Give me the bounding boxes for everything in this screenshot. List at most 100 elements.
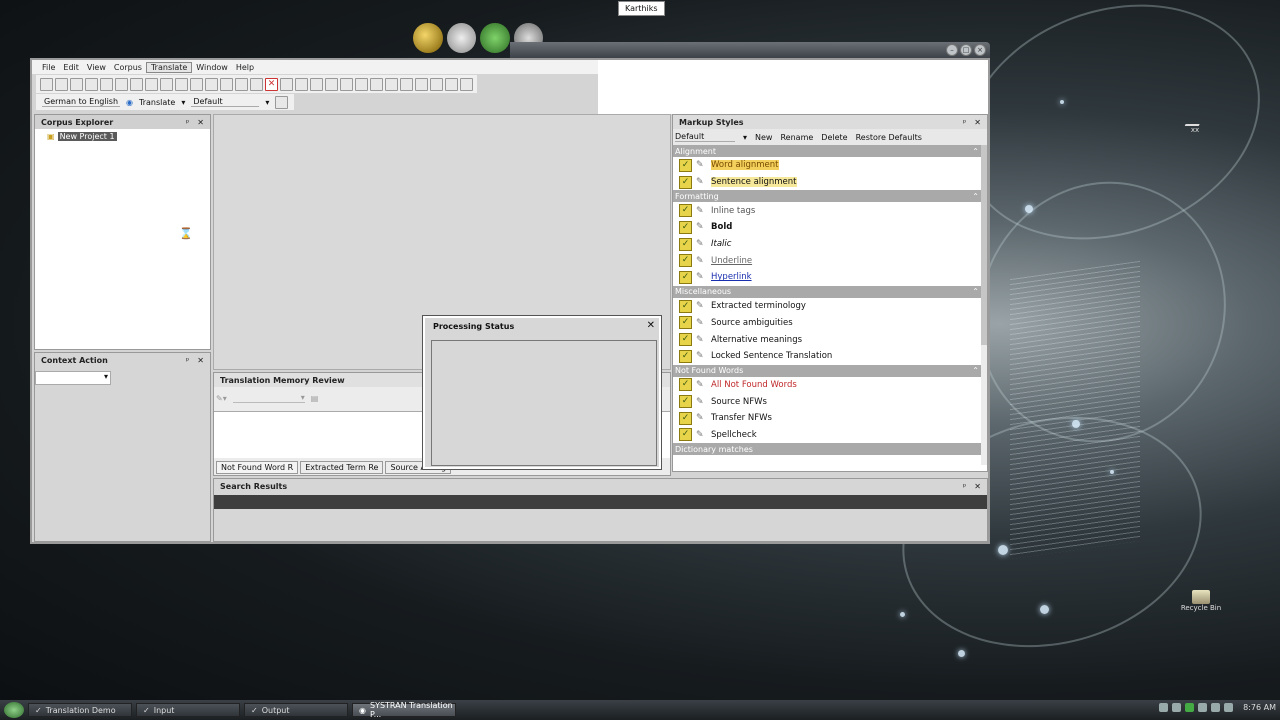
checkbox-icon[interactable]: ✓	[679, 237, 692, 251]
restore-defaults-button[interactable]: Restore Defaults	[856, 133, 922, 142]
tray-icon[interactable]	[1159, 703, 1169, 712]
find-icon[interactable]	[280, 77, 293, 91]
pin-icon[interactable]: ᵖ	[186, 118, 189, 127]
style-row[interactable]: ✓ ✎ Italic	[673, 236, 987, 253]
project-node[interactable]: New Project 1	[57, 132, 117, 141]
edit-style-icon[interactable]: ✎	[696, 177, 707, 187]
checkbox-icon[interactable]: ✓	[679, 316, 692, 330]
chevron-down-icon[interactable]: ▾	[181, 98, 185, 107]
filter-icon[interactable]: ✎▾	[216, 394, 227, 403]
view-c-icon[interactable]	[415, 77, 428, 91]
redo-icon[interactable]	[205, 77, 218, 91]
checkbox-icon[interactable]: ✓	[679, 175, 692, 189]
section-not-found-words[interactable]: Not Found Words ⌃	[673, 364, 987, 377]
view-a-icon[interactable]	[385, 77, 398, 91]
edit-style-icon[interactable]: ✎	[696, 222, 707, 232]
section-alignment[interactable]: Alignment ⌃	[673, 145, 987, 157]
checkbox-icon[interactable]: ✓	[679, 220, 692, 234]
volume-icon[interactable]	[1224, 703, 1234, 712]
close-icon[interactable]: ✕	[647, 320, 655, 331]
rocket-icon[interactable]	[446, 23, 476, 53]
open-folder-icon[interactable]	[145, 77, 158, 91]
style-row[interactable]: ✓ ✎ Underline	[673, 252, 987, 269]
recycle-bin[interactable]: Recycle Bin	[1176, 590, 1226, 612]
layout-horizontal-icon[interactable]	[355, 77, 368, 91]
menu-view[interactable]: View	[83, 63, 110, 72]
checkbox-icon[interactable]: ✓	[679, 349, 692, 363]
checkbox-icon[interactable]: ✓	[679, 204, 692, 218]
profile-settings-icon[interactable]	[275, 95, 289, 109]
tab-extracted-terms[interactable]: Extracted Term Re	[300, 461, 384, 474]
close-icon[interactable]: ✕	[974, 482, 981, 491]
checkbox-icon[interactable]: ✓	[679, 395, 692, 409]
menu-translate[interactable]: Translate	[145, 61, 193, 73]
replace-icon[interactable]	[295, 77, 308, 91]
menu-edit[interactable]: Edit	[59, 63, 83, 72]
new-corpus-icon[interactable]	[130, 77, 143, 91]
task-translation-demo[interactable]: ✓ Translation Demo	[28, 703, 132, 717]
style-row[interactable]: ✓ ✎ Alternative meanings	[673, 331, 987, 348]
collapse-icon[interactable]: ⌃	[972, 287, 979, 296]
style-row[interactable]: ✓ ✎ Inline tags	[673, 202, 987, 219]
checkbox-icon[interactable]: ✓	[679, 270, 692, 284]
maximize-icon[interactable]: □	[960, 44, 972, 56]
download-icon[interactable]	[480, 23, 510, 53]
delete-style-button[interactable]: Delete	[821, 133, 847, 142]
print-icon[interactable]	[85, 77, 98, 91]
chevron-down-icon[interactable]: ▾	[265, 98, 269, 107]
edit-style-icon[interactable]: ✎	[696, 397, 707, 407]
collapse-icon[interactable]: ⌃	[972, 192, 979, 201]
close-icon[interactable]: ✕	[974, 118, 981, 127]
tray-icon[interactable]	[1172, 703, 1182, 712]
edit-style-icon[interactable]: ✎	[696, 380, 707, 390]
close-icon[interactable]: ✕	[197, 356, 204, 365]
new-icon[interactable]	[40, 77, 53, 91]
chevron-down-icon[interactable]: ▾	[743, 133, 747, 142]
tray-icon[interactable]	[1198, 703, 1208, 712]
copy-icon[interactable]	[235, 77, 248, 91]
checkbox-icon[interactable]: ✓	[679, 299, 692, 313]
start-button[interactable]	[4, 702, 24, 718]
close-icon[interactable]: ×	[974, 44, 986, 56]
menu-window[interactable]: Window	[192, 63, 232, 72]
close-icon[interactable]: ✕	[197, 118, 204, 127]
folder-icon[interactable]	[175, 77, 188, 91]
style-row[interactable]: ✓ ✎ Extracted terminology	[673, 298, 987, 315]
new-style-button[interactable]: New	[755, 133, 772, 142]
layout-vertical-icon[interactable]	[340, 77, 353, 91]
section-miscellaneous[interactable]: Miscellaneous ⌃	[673, 285, 987, 298]
moon-icon[interactable]	[413, 23, 443, 53]
pin-icon[interactable]: ᵖ	[186, 356, 189, 365]
edit-style-icon[interactable]: ✎	[696, 239, 707, 249]
delete-icon[interactable]: ✕	[265, 77, 278, 91]
edit-style-icon[interactable]: ✎	[696, 413, 707, 423]
menu-file[interactable]: File	[38, 63, 59, 72]
checkbox-icon[interactable]: ✓	[679, 158, 692, 172]
print-preview-icon[interactable]	[100, 77, 113, 91]
collapse-icon[interactable]: ⌃	[972, 147, 979, 156]
edit-style-icon[interactable]: ✎	[696, 318, 707, 328]
view-b-icon[interactable]	[400, 77, 413, 91]
tab-not-found-words[interactable]: Not Found Word R	[216, 461, 299, 474]
task-output[interactable]: ✓ Output	[244, 703, 348, 717]
task-systran[interactable]: ◉ SYSTRAN Translation P...	[352, 701, 456, 719]
tool-icon[interactable]	[370, 77, 383, 91]
checkbox-icon[interactable]: ✓	[679, 333, 692, 347]
tm-settings-icon[interactable]: ▤	[311, 394, 319, 403]
open-icon[interactable]	[55, 77, 68, 91]
view-f-icon[interactable]	[460, 77, 473, 91]
undo-icon[interactable]	[190, 77, 203, 91]
checkbox-icon[interactable]: ✓	[679, 428, 692, 442]
cut-icon[interactable]	[220, 77, 233, 91]
context-action-select[interactable]: ▾	[35, 371, 111, 385]
clock[interactable]: 8:76 AM	[1243, 703, 1276, 712]
edit-style-icon[interactable]: ✎	[696, 272, 707, 282]
style-row[interactable]: ✓ ✎ Transfer NFWs	[673, 410, 987, 427]
spellcheck-icon[interactable]	[310, 77, 323, 91]
style-row[interactable]: ✓ ✎ Source ambiguities	[673, 315, 987, 332]
save-icon[interactable]	[70, 77, 83, 91]
edit-style-icon[interactable]: ✎	[696, 301, 707, 311]
style-row[interactable]: ✓ ✎ All Not Found Words	[673, 377, 987, 394]
edit-style-icon[interactable]: ✎	[696, 351, 707, 361]
style-row[interactable]: ✓ ✎ Sentence alignment	[673, 174, 987, 191]
